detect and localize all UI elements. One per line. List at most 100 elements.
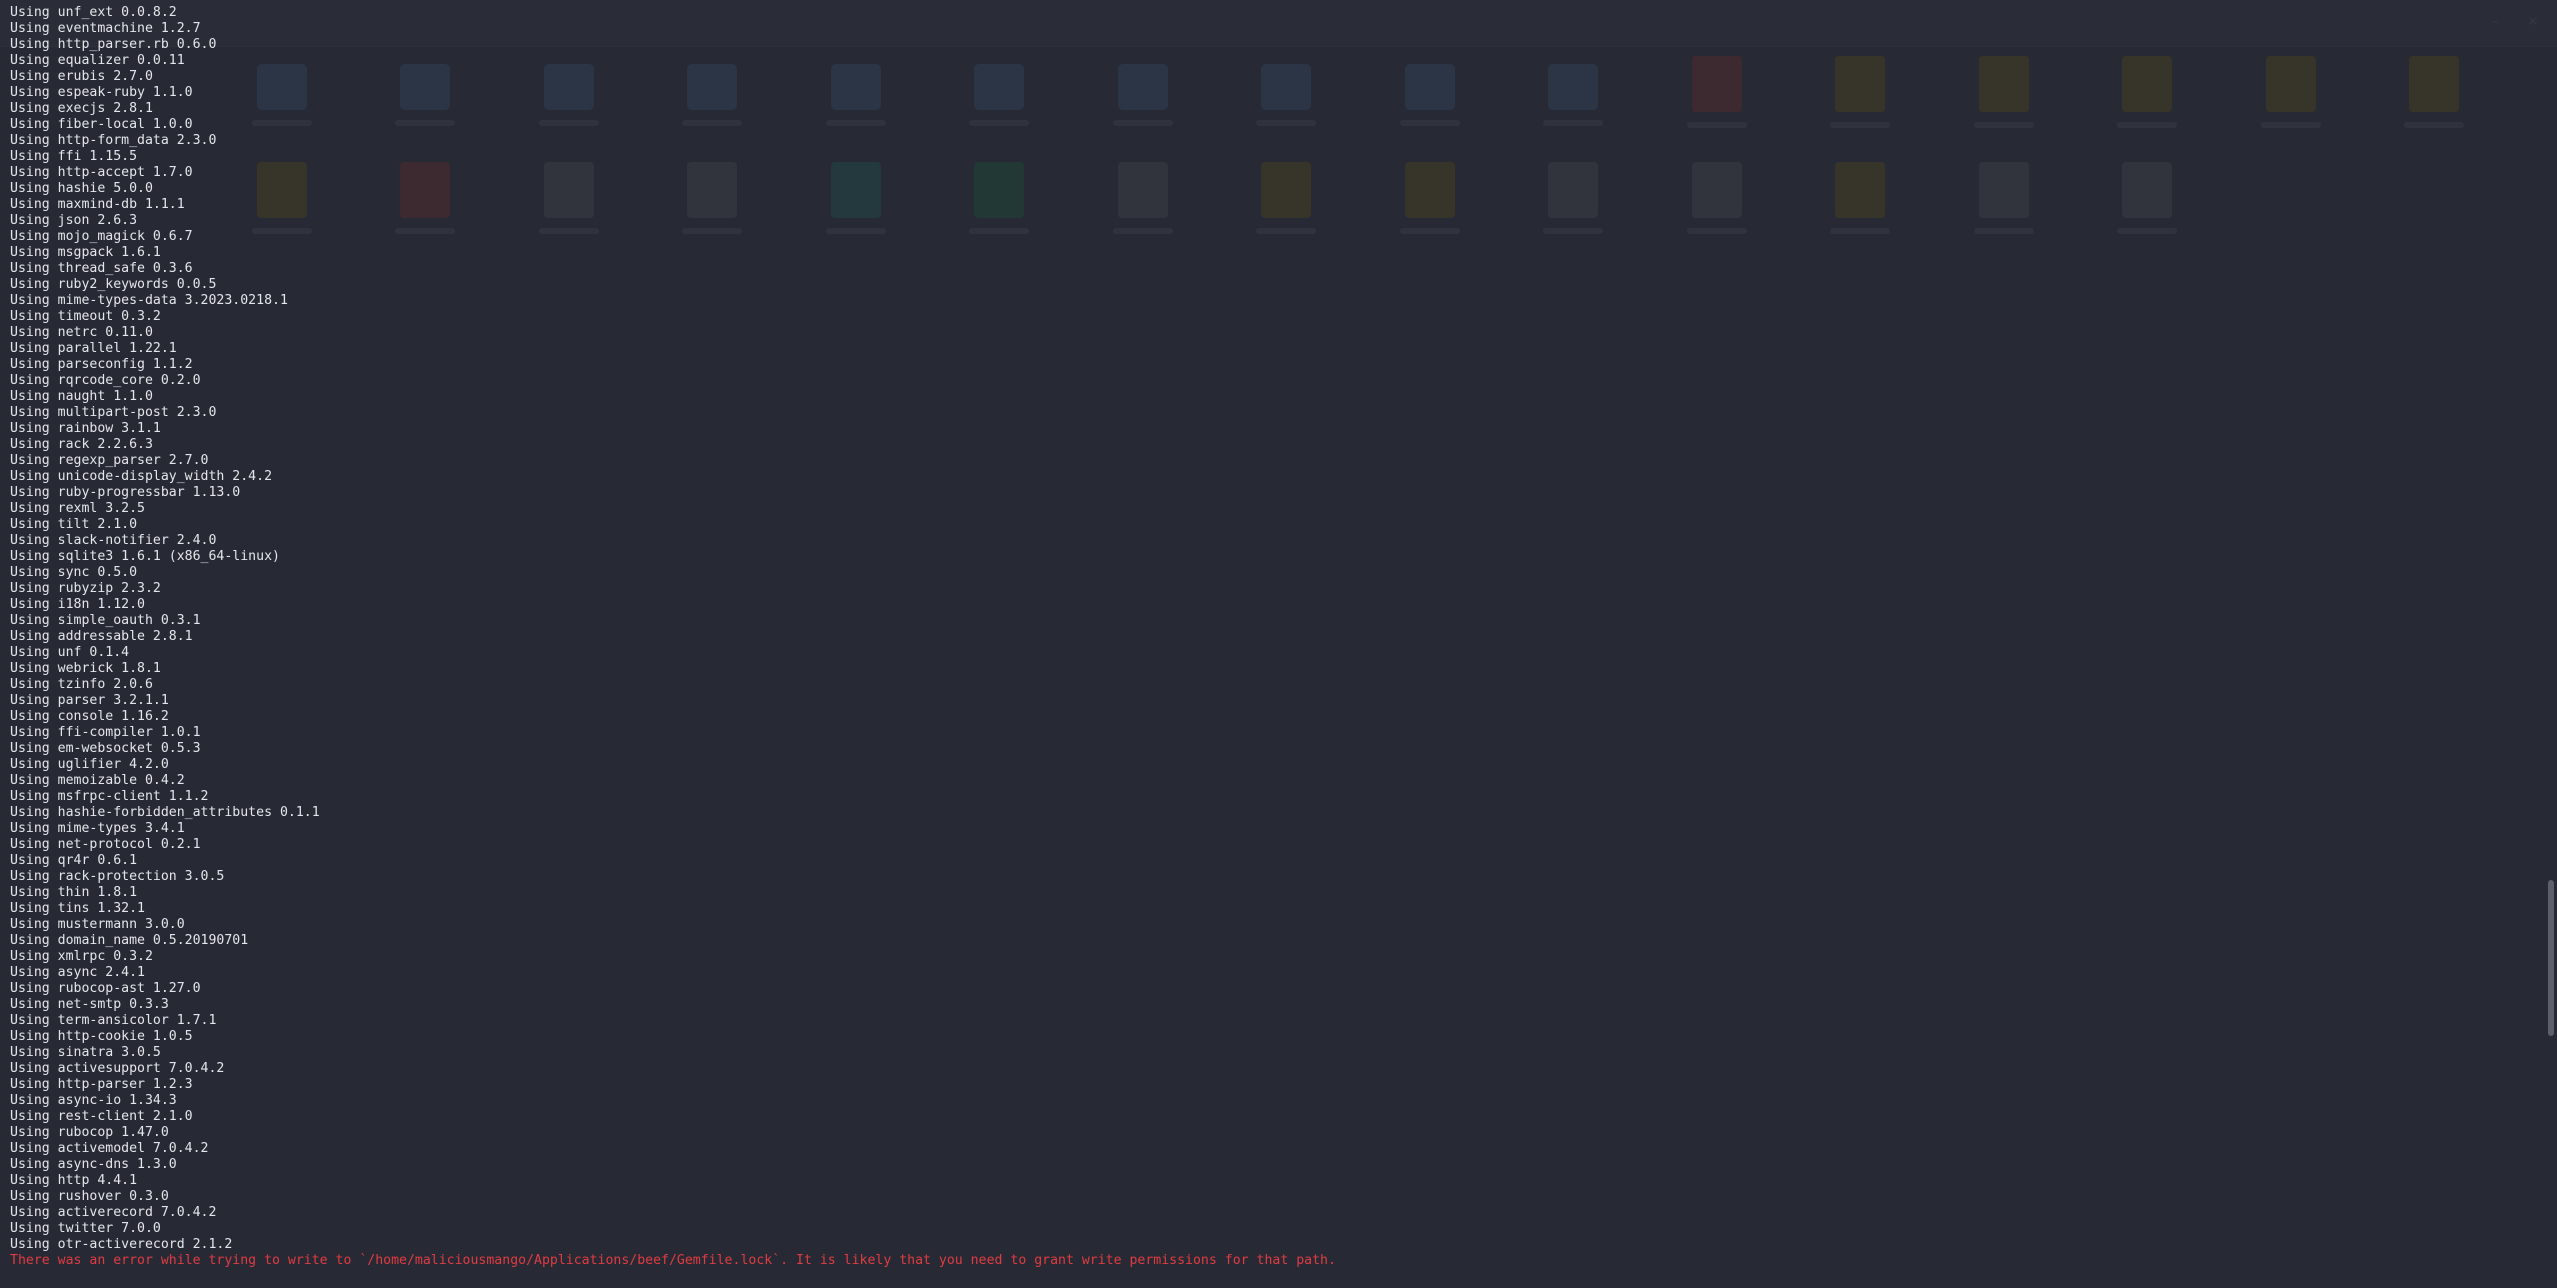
background-file-item	[1789, 162, 1933, 234]
terminal-line: Using term-ansicolor 1.7.1	[10, 1013, 217, 1028]
background-file-item	[2363, 56, 2507, 128]
background-file-label	[1686, 122, 1747, 128]
terminal-line: Using multipart-post 2.3.0	[10, 405, 217, 420]
terminal-line: Using activerecord 7.0.4.2	[10, 1205, 217, 1220]
terminal-line: Using em-websocket 0.5.3	[10, 741, 201, 756]
terminal-error-line: There was an error while trying to write…	[10, 1253, 1336, 1268]
terminal-line: Using activesupport 7.0.4.2	[10, 1061, 225, 1076]
terminal-window[interactable]: – ✕ Using unf_ext 0.0.8.2 Using eventmach…	[0, 0, 2557, 1288]
terminal-line: Using qr4r 0.6.1	[10, 853, 138, 868]
terminal-line: Using otr-activerecord 2.1.2	[10, 1237, 233, 1252]
terminal-line: Using fiber-local 1.0.0	[10, 117, 193, 132]
background-file-label	[1830, 122, 1891, 128]
terminal-line: Using espeak-ruby 1.1.0	[10, 85, 193, 100]
terminal-line: Using regexp_parser 2.7.0	[10, 453, 209, 468]
terminal-line: Using ruby2_keywords 0.0.5	[10, 277, 217, 292]
terminal-line: Using msfrpc-client 1.1.2	[10, 789, 209, 804]
terminal-line: Using unf 0.1.4	[10, 645, 130, 660]
file-icon	[1691, 162, 1742, 218]
terminal-scrollbar[interactable]	[2543, 0, 2557, 1288]
terminal-line: Using unf_ext 0.0.8.2	[10, 5, 177, 20]
minimize-icon: –	[2491, 14, 2499, 30]
terminal-line: Using thin 1.8.1	[10, 885, 138, 900]
terminal-line: Using rack-protection 3.0.5	[10, 869, 225, 884]
background-file-label	[1399, 228, 1460, 234]
terminal-line: Using slack-notifier 2.4.0	[10, 533, 217, 548]
background-file-item	[1645, 162, 1789, 234]
file-icon	[1835, 162, 1886, 218]
background-file-item	[1502, 162, 1646, 234]
terminal-line: Using http-form_data 2.3.0	[10, 133, 217, 148]
file-icon	[1404, 162, 1455, 218]
terminal-line: Using rexml 3.2.5	[10, 501, 145, 516]
terminal-line: Using twitter 7.0.0	[10, 1221, 161, 1236]
terminal-line: Using uglifier 4.2.0	[10, 757, 169, 772]
terminal-line: Using async-io 1.34.3	[10, 1093, 177, 1108]
terminal-line: Using erubis 2.7.0	[10, 69, 153, 84]
terminal-line: Using webrick 1.8.1	[10, 661, 161, 676]
terminal-line: Using activemodel 7.0.4.2	[10, 1141, 209, 1156]
terminal-line: Using timeout 0.3.2	[10, 309, 161, 324]
terminal-line: Using tins 1.32.1	[10, 901, 145, 916]
background-file-item	[1645, 56, 1789, 128]
background-file-item	[1502, 56, 1646, 128]
terminal-line: Using mime-types 3.4.1	[10, 821, 185, 836]
terminal-line: Using rushover 0.3.0	[10, 1189, 169, 1204]
background-file-label	[1543, 120, 1604, 126]
terminal-line: Using parallel 1.22.1	[10, 341, 177, 356]
terminal-line: Using naught 1.1.0	[10, 389, 153, 404]
background-file-item	[1789, 56, 1933, 128]
file-icon	[2122, 56, 2173, 112]
close-icon: ✕	[2527, 14, 2539, 30]
terminal-line: Using rainbow 3.1.1	[10, 421, 161, 436]
background-file-item	[2219, 56, 2363, 128]
background-file-item	[2076, 56, 2220, 128]
terminal-line: Using sinatra 3.0.5	[10, 1045, 161, 1060]
terminal-line: Using tzinfo 2.0.6	[10, 677, 153, 692]
terminal-line: Using mojo_magick 0.6.7	[10, 229, 193, 244]
file-icon	[1978, 56, 2029, 112]
folder-icon	[1404, 64, 1455, 110]
terminal-line: Using mime-types-data 3.2023.0218.1	[10, 293, 288, 308]
background-file-label	[1686, 228, 1747, 234]
terminal-line: Using memoizable 0.4.2	[10, 773, 185, 788]
background-file-item	[1932, 56, 2076, 128]
terminal-line: Using xmlrpc 0.3.2	[10, 949, 153, 964]
file-icon	[2265, 56, 2316, 112]
terminal-line: Using tilt 2.1.0	[10, 517, 138, 532]
terminal-line: Using sync 0.5.0	[10, 565, 138, 580]
background-file-label	[2117, 228, 2178, 234]
terminal-line: Using http 4.4.1	[10, 1173, 138, 1188]
terminal-line: Using execjs 2.8.1	[10, 101, 153, 116]
terminal-line: Using parseconfig 1.1.2	[10, 357, 193, 372]
file-icon	[1835, 56, 1886, 112]
terminal-line: Using rack 2.2.6.3	[10, 437, 153, 452]
terminal-line: Using http-cookie 1.0.5	[10, 1029, 193, 1044]
terminal-line: Using msgpack 1.6.1	[10, 245, 161, 260]
terminal-line: Using http-parser 1.2.3	[10, 1077, 193, 1092]
terminal-output[interactable]: Using unf_ext 0.0.8.2 Using eventmachine …	[10, 5, 1336, 1269]
terminal-line: Using rqrcode_core 0.2.0	[10, 373, 201, 388]
background-file-label	[1973, 228, 2034, 234]
terminal-line: Using http_parser.rb 0.6.0	[10, 37, 217, 52]
background-file-item	[1358, 56, 1502, 128]
terminal-line: Using addressable 2.8.1	[10, 629, 193, 644]
terminal-line: Using net-protocol 0.2.1	[10, 837, 201, 852]
terminal-line: Using rubyzip 2.3.2	[10, 581, 161, 596]
terminal-line: Using eventmachine 1.2.7	[10, 21, 201, 36]
terminal-line: Using i18n 1.12.0	[10, 597, 145, 612]
file-icon	[1691, 56, 1742, 112]
terminal-line: Using netrc 0.11.0	[10, 325, 153, 340]
terminal-line: Using thread_safe 0.3.6	[10, 261, 193, 276]
terminal-line: Using equalizer 0.0.11	[10, 53, 185, 68]
background-file-label	[1543, 228, 1604, 234]
terminal-line: Using console 1.16.2	[10, 709, 169, 724]
terminal-line: Using ffi-compiler 1.0.1	[10, 725, 201, 740]
scrollbar-thumb[interactable]	[2548, 880, 2554, 1036]
background-file-item	[2076, 162, 2220, 234]
file-icon	[1548, 162, 1599, 218]
terminal-line: Using sqlite3 1.6.1 (x86_64-linux)	[10, 549, 280, 564]
terminal-line: Using domain_name 0.5.20190701	[10, 933, 249, 948]
background-file-label	[2260, 122, 2321, 128]
background-file-item	[1358, 162, 1502, 234]
